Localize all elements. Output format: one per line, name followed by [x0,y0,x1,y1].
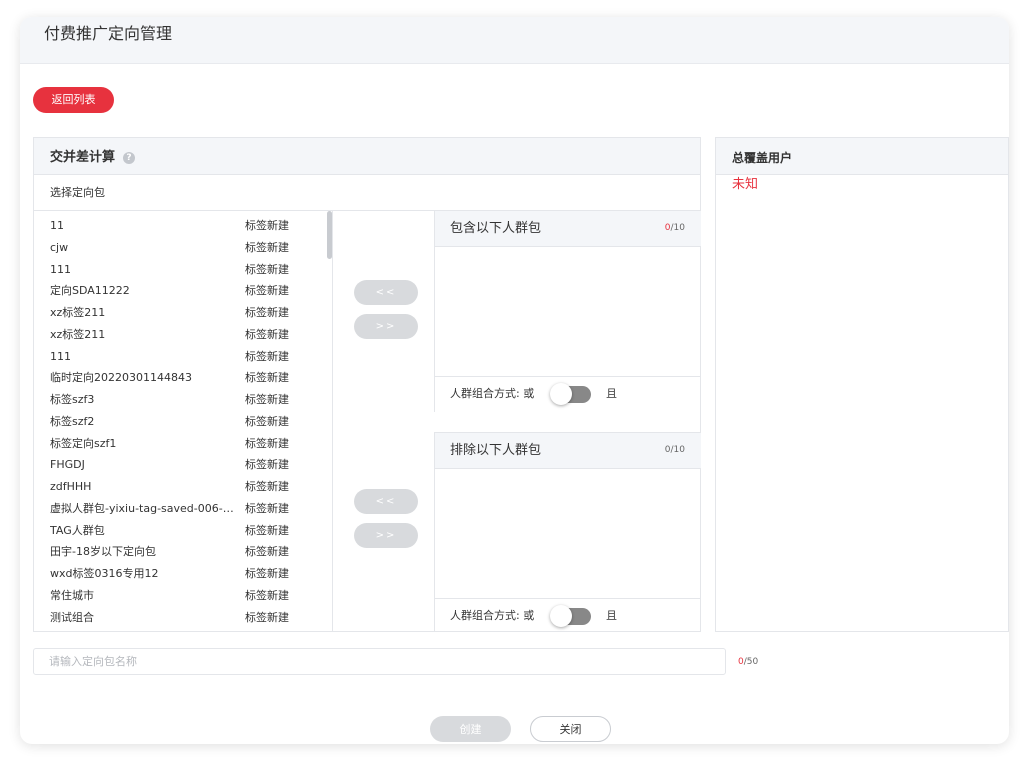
package-name: zdfHHH [50,480,92,493]
coverage-title: 总覆盖用户 [716,138,1008,175]
list-item[interactable]: 标签定向szf1 标签新建 [34,433,332,455]
exclude-combo-toggle[interactable] [550,605,591,627]
exclude-combo-label: 人群组合方式: 或 [450,609,535,622]
package-tag: 标签新建 [245,371,289,385]
list-item[interactable]: 田宇-18岁以下定向包 标签新建 [34,541,332,563]
package-tag: 标签新建 [245,523,289,537]
list-item[interactable]: 标签szf2 标签新建 [34,411,332,433]
name-input-count: 0/50 [738,657,758,667]
package-name: 临时定向20220301144843 [50,371,192,385]
list-item[interactable]: TAG人群包 标签新建 [34,520,332,542]
package-name: cjw [50,240,69,254]
package-tag: 标签新建 [245,240,289,254]
list-item[interactable]: 常住城市 标签新建 [34,585,332,607]
package-tag: 标签新建 [245,588,289,602]
include-move-right-button[interactable]: >> [354,314,418,339]
package-tag: 标签新建 [245,219,289,232]
targeting-dialog: 付费推广定向管理 返回列表 交并差计算? 选择定向包 11 标签新建 cjw 标签新… [20,17,1009,744]
package-list[interactable]: 11 标签新建 cjw 标签新建 111 标签新建 定向SDA11222 标签新建 xz… [34,211,333,631]
list-scrollbar[interactable] [327,211,332,259]
package-tag: 标签新建 [245,545,289,559]
list-item[interactable]: xz标签211 标签新建 [34,324,332,346]
package-tag: 标签新建 [245,480,289,493]
list-item[interactable]: 测试组合 标签新建 [34,607,332,629]
include-combo-toggle[interactable] [550,383,591,405]
calc-title: 交并差计算 [50,150,116,165]
select-package-label: 选择定向包 [34,175,700,211]
list-item[interactable]: zdfHHH 标签新建 [34,476,332,498]
package-name: 常住城市 [50,588,94,602]
coverage-panel: 总覆盖用户 未知 [715,137,1009,632]
exclude-move-left-button[interactable]: << [354,489,418,514]
package-name: 111 [50,349,71,363]
include-panel: 包含以下人群包 0/10 人群组合方式: 或 且 [434,211,701,412]
list-item[interactable]: 标签szf3 标签新建 [34,389,332,411]
package-tag: 标签新建 [245,262,289,276]
package-name: xz标签211 [50,306,106,319]
package-tag: 标签新建 [245,393,289,406]
name-count-max: /50 [743,657,759,667]
dialog-title: 付费推广定向管理 [20,17,1009,64]
list-item[interactable]: 定向SDA11222 标签新建 [34,280,332,302]
package-name: 11 [50,219,64,232]
package-name: 测试组合 [50,610,94,624]
package-name: 标签定向szf1 [50,436,117,450]
list-item[interactable]: FHGDJ 标签新建 [34,454,332,476]
list-item[interactable]: cjw 标签新建 [34,237,332,259]
exclude-panel: 排除以下人群包 0/10 人群组合方式: 或 且 [434,432,701,632]
calc-panel-header: 交并差计算? [34,138,700,175]
back-to-list-button[interactable]: 返回列表 [33,87,114,113]
list-item[interactable]: 临时定向20220301144843 标签新建 [34,367,332,389]
include-count: 0/10 [665,211,685,246]
package-tag: 标签新建 [245,458,289,472]
package-name: 标签szf2 [50,414,95,428]
include-title: 包含以下人群包 [450,221,542,236]
package-name: 标签szf3 [50,393,95,406]
package-name: TAG人群包 [50,523,105,537]
exclude-title: 排除以下人群包 [450,443,542,458]
toggle-knob [550,605,572,627]
package-tag: 标签新建 [245,610,289,624]
coverage-value: 未知 [732,177,759,192]
calc-panel: 交并差计算? 选择定向包 11 标签新建 cjw 标签新建 111 标签新建 定向SD… [33,137,701,632]
exclude-combo-row: 人群组合方式: 或 且 [435,598,701,632]
list-item[interactable]: 11 标签新建 [34,215,332,237]
package-tag: 标签新建 [245,501,289,515]
package-tag: 标签新建 [245,567,289,580]
package-name: 虚拟人群包-yixiu-tag-saved-006-调d... [50,501,240,515]
package-name: wxd标签0316专用12 [50,567,159,580]
package-tag: 标签新建 [245,414,289,428]
package-tag: 标签新建 [245,327,289,341]
toggle-knob [550,383,572,405]
include-count-max: /10 [670,223,685,233]
list-item[interactable]: xz标签211 标签新建 [34,302,332,324]
package-name-input[interactable] [33,648,726,675]
list-item[interactable]: wxd标签0316专用12 标签新建 [34,563,332,585]
include-combo-and: 且 [606,387,617,400]
package-tag: 标签新建 [245,436,289,450]
close-button[interactable]: 关闭 [530,716,611,742]
package-name: 定向SDA11222 [50,284,130,298]
package-name: 111 [50,262,71,276]
package-tag: 标签新建 [245,306,289,319]
exclude-count: 0/10 [664,445,685,455]
package-name: xz标签211 [50,327,106,341]
include-combo-label: 人群组合方式: 或 [450,387,535,400]
package-name: FHGDJ [50,458,85,472]
package-name: 田宇-18岁以下定向包 [50,545,156,559]
list-item[interactable]: 111 标签新建 [34,346,332,368]
list-item[interactable]: 虚拟人群包-yixiu-tag-saved-006-调d... 标签新建 [34,498,332,520]
list-item[interactable]: 111 标签新建 [34,259,332,281]
exclude-combo-and: 且 [606,609,617,622]
package-tag: 标签新建 [245,284,289,298]
help-icon[interactable]: ? [123,152,136,164]
exclude-panel-header: 排除以下人群包 0/10 [435,433,701,469]
create-button[interactable]: 创建 [430,716,511,742]
exclude-move-right-button[interactable]: >> [354,523,418,548]
include-move-left-button[interactable]: << [354,280,418,305]
include-panel-header: 包含以下人群包 0/10 [435,211,701,247]
package-tag: 标签新建 [245,349,289,363]
include-combo-row: 人群组合方式: 或 且 [435,376,701,410]
